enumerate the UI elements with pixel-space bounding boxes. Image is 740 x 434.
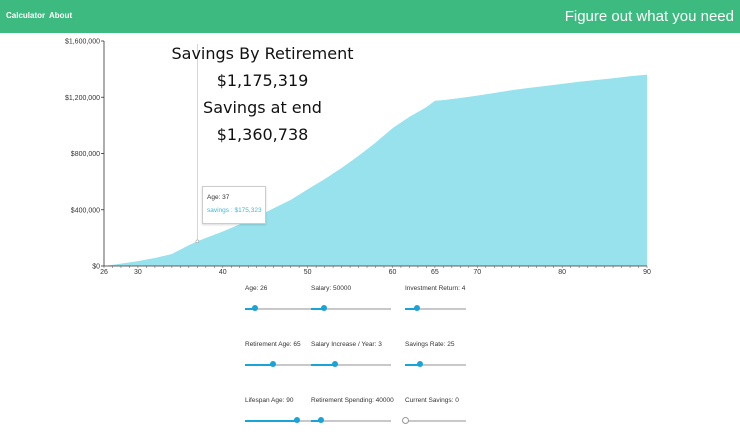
age-slider-label: Age: 26 <box>245 285 268 292</box>
nav-link-calculator[interactable]: Calculator <box>6 11 45 20</box>
slider-thumb[interactable] <box>414 305 421 311</box>
savings-chart: $0 $400,000 $800,000 $1,200,000 $1,600,000 26… <box>65 39 651 277</box>
chart-tooltip: Age: 37 savings : $175,323 <box>202 186 266 224</box>
y-tick-label: $1,200,000 <box>65 95 100 102</box>
y-tick-label: $1,600,000 <box>65 39 100 46</box>
investment-return-slider-label: Investment Return: 4 <box>405 285 466 292</box>
x-tick-label: 40 <box>219 269 227 276</box>
nav-link-about[interactable]: About <box>49 11 72 20</box>
slider-track[interactable] <box>311 361 391 367</box>
savings-at-end-value: $1,360,738 <box>216 125 309 144</box>
slider-track[interactable] <box>311 417 391 423</box>
x-tick-label: 26 <box>100 269 108 276</box>
y-tick-label: $0 <box>92 264 100 271</box>
x-tick-label: 70 <box>473 269 481 276</box>
current-savings-slider-label: Current Savings: 0 <box>405 397 459 404</box>
savings-rate-slider-label: Savings Rate: 25 <box>405 341 455 348</box>
slider-thumb[interactable] <box>332 361 338 367</box>
slider-thumb[interactable] <box>320 305 327 311</box>
savings-by-retirement-label: Savings By Retirement <box>171 44 354 63</box>
x-tick-label: 90 <box>643 269 651 276</box>
savings-by-retirement-value: $1,175,319 <box>216 71 309 90</box>
retirement-spending-slider-label: Retirement Spending: 40000 <box>311 397 394 404</box>
slider-thumb[interactable] <box>402 417 409 424</box>
slider-track[interactable] <box>405 361 466 367</box>
savings-at-end-label: Savings at end <box>203 98 322 117</box>
y-tick-label: $400,000 <box>71 207 100 214</box>
salary-increase-slider-label: Salary Increase / Year: 3 <box>311 341 382 348</box>
lifespan-age-slider-label: Lifespan Age: 90 <box>245 397 294 404</box>
salary-slider-label: Salary: 50000 <box>311 285 352 292</box>
top-navbar: Calculator About Figure out what you nee… <box>0 0 740 33</box>
slider-thumb[interactable] <box>251 305 258 311</box>
slider-track[interactable] <box>402 417 466 424</box>
retirement-age-slider-label: Retirement Age: 65 <box>245 341 301 348</box>
page-title: Figure out what you need <box>564 8 734 25</box>
tooltip-savings: savings : $175,323 <box>207 207 262 214</box>
y-tick-label: $800,000 <box>71 151 100 158</box>
slider-thumb[interactable] <box>417 361 424 367</box>
slider-thumb[interactable] <box>270 361 276 367</box>
x-tick-label: 50 <box>304 269 312 276</box>
slider-thumb[interactable] <box>317 417 324 423</box>
x-tick-label: 65 <box>431 269 439 276</box>
tooltip-age: Age: 37 <box>207 194 230 201</box>
slider-track[interactable] <box>405 305 466 311</box>
hover-point <box>195 239 200 244</box>
x-tick-label: 80 <box>558 269 566 276</box>
x-tick-label: 60 <box>389 269 397 276</box>
slider-thumb[interactable] <box>294 417 300 423</box>
slider-track[interactable] <box>311 305 391 311</box>
x-tick-label: 30 <box>134 269 142 276</box>
